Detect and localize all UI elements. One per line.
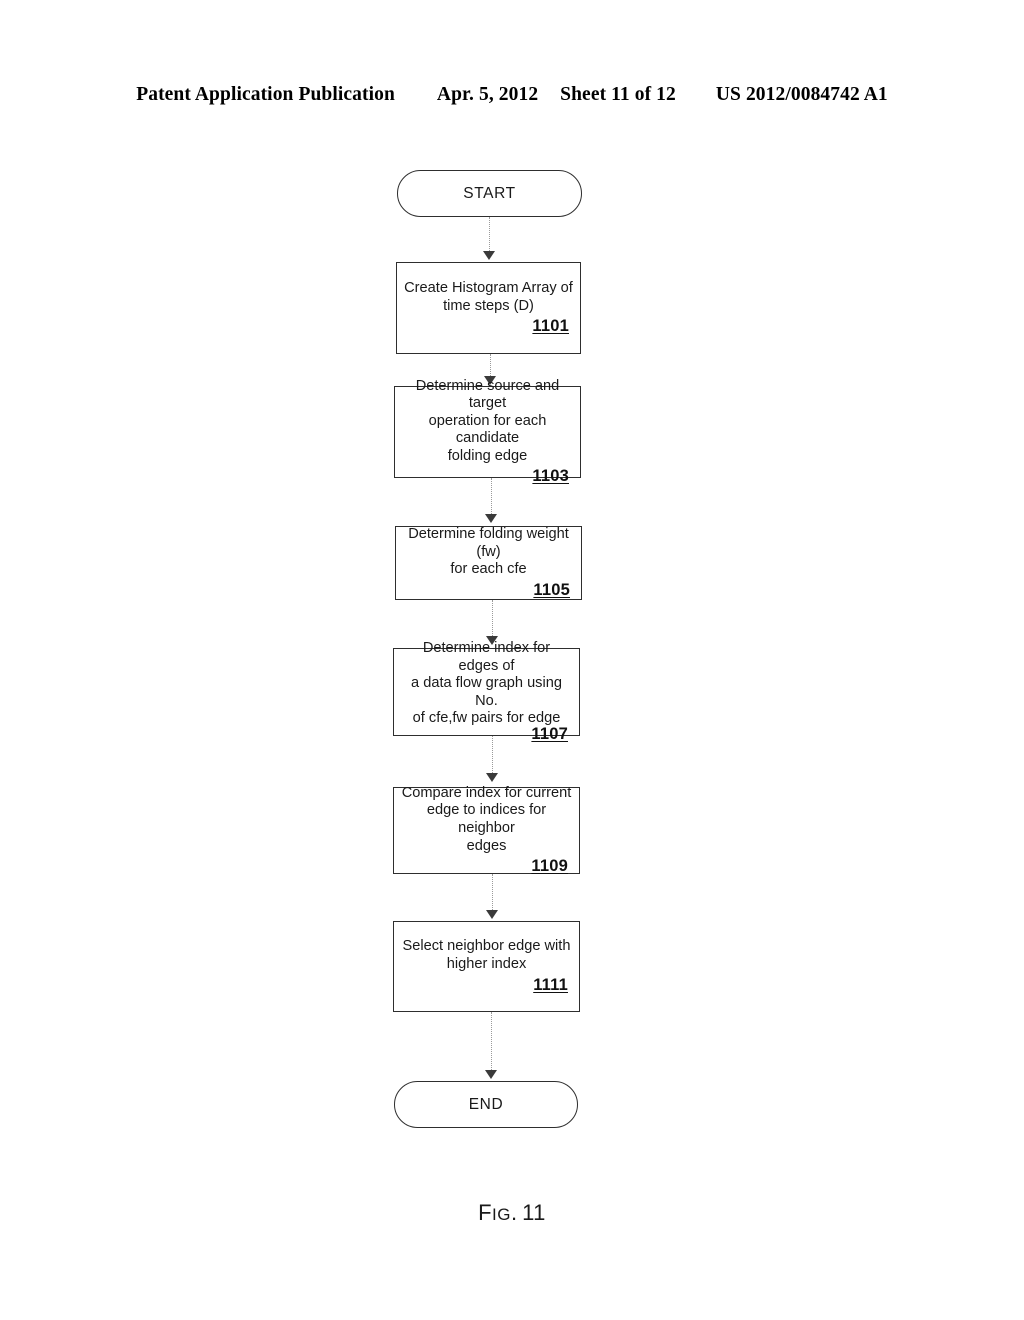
flow-node-start-label: START (463, 184, 516, 202)
flow-node-1109: Compare index for current edge to indice… (393, 784, 580, 876)
arrowhead-1111-to-end (485, 1070, 497, 1079)
figure-caption-word: FIG. (478, 1200, 518, 1225)
flow-node-1109-text: Compare index for current edge to indice… (401, 784, 572, 854)
flow-node-1103: Determine source and target operation fo… (394, 378, 581, 485)
flow-node-1111: Select neighbor edge with higher index 1… (393, 921, 580, 1012)
flow-node-end-label: END (468, 1095, 504, 1113)
flow-node-1101-text: Create Histogram Array of time steps (D) (404, 279, 573, 314)
figure-caption-f: F (478, 1200, 493, 1225)
flow-node-1103-text: Determine source and target operation fo… (415, 377, 560, 464)
arrowhead-start-to-1101 (483, 251, 495, 260)
figure-caption-number: 11 (522, 1200, 546, 1225)
connector-1111-to-end (491, 1012, 493, 1074)
arrowhead-1103-to-1105 (485, 514, 497, 523)
connector-1109-to-1111 (492, 874, 494, 914)
flow-node-1107-text: Determine index for edges of a data flow… (411, 640, 562, 727)
flow-node-1107-ref: 1107 (531, 724, 568, 743)
flow-node-1105: Determine folding weight (fw) for each c… (395, 526, 582, 600)
flow-node-1111-text: Select neighbor edge with higher index (402, 938, 571, 972)
connector-1107-to-1109 (492, 736, 494, 777)
flow-node-1101: Create Histogram Array of time steps (D)… (396, 262, 581, 354)
flow-node-end: END (394, 1081, 578, 1128)
connector-start-to-1101 (489, 217, 491, 253)
flow-node-1107: Determine index for edges of a data flow… (393, 640, 580, 743)
connector-1105-to-1107 (492, 600, 494, 640)
flow-node-1103-ref: 1103 (532, 467, 569, 486)
flow-node-1109-ref: 1109 (531, 857, 568, 876)
flow-node-1105-ref: 1105 (533, 580, 570, 599)
flow-node-1101-ref: 1101 (532, 317, 569, 336)
figure-caption-ig: IG (492, 1205, 511, 1224)
flow-node-1105-text: Determine folding weight (fw) for each c… (408, 526, 569, 578)
arrowhead-1107-to-1109 (486, 773, 498, 782)
flowchart-diagram: START Create Histogram Array of time ste… (0, 0, 1024, 1320)
figure-caption-period: . (510, 1200, 518, 1225)
flow-node-start: START (397, 170, 582, 217)
arrowhead-1109-to-1111 (486, 910, 498, 919)
figure-caption: FIG. 11 (0, 1200, 1024, 1226)
flow-node-1111-ref: 1111 (533, 975, 568, 994)
